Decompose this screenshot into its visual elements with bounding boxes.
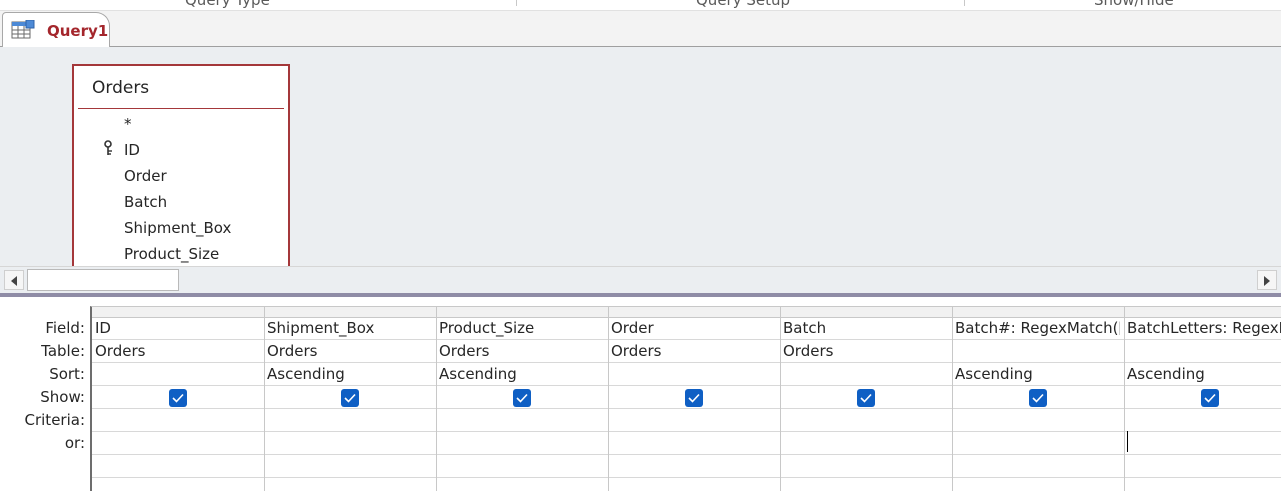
field-list-item-batch[interactable]: Batch	[124, 193, 167, 211]
grid-cell-field[interactable]: Batch	[783, 319, 948, 337]
grid-cell-field[interactable]: Batch#: RegexMatch([Batch	[955, 319, 1120, 337]
row-label-field: Field:	[45, 319, 85, 337]
checkmark-icon	[344, 393, 356, 403]
checkmark-icon	[860, 393, 872, 403]
checkmark-icon	[172, 393, 184, 403]
arrow-left-icon	[11, 276, 17, 286]
grid-cell-sort[interactable]: Ascending	[1127, 365, 1281, 383]
field-list-item-id[interactable]: ID	[124, 141, 140, 159]
show-checkbox[interactable]	[685, 389, 703, 407]
arrow-right-icon	[1264, 276, 1270, 286]
show-checkbox[interactable]	[1201, 389, 1219, 407]
column-selector-bar[interactable]	[92, 307, 1281, 318]
grid-cell-field[interactable]: ID	[95, 319, 260, 337]
field-list-title[interactable]: Orders	[92, 78, 149, 98]
field-list-item-all[interactable]: *	[124, 115, 132, 133]
checkmark-icon	[1204, 393, 1216, 403]
checkmark-icon	[688, 393, 700, 403]
grid-cell-table[interactable]: Orders	[783, 342, 948, 360]
tab-label: Query1	[47, 22, 109, 40]
field-list-orders[interactable]: Orders * ID Order Batch Shipment_Box Pro…	[72, 64, 290, 266]
show-checkbox[interactable]	[341, 389, 359, 407]
row-label-or: or:	[64, 434, 85, 452]
ribbon-group-show-hide: Show/Hide	[1094, 0, 1174, 9]
ribbon-group-labels: Query Type Query Setup Show/Hide	[0, 0, 1281, 11]
grid-cell-table[interactable]: Orders	[439, 342, 604, 360]
design-pane-horizontal-scrollbar[interactable]	[0, 266, 1281, 293]
scroll-thumb[interactable]	[27, 269, 179, 291]
grid-cell-table[interactable]: Orders	[611, 342, 776, 360]
query-design-grid-pane: Field: Table: Sort: Show: Criteria: or: …	[0, 297, 1281, 491]
show-checkbox[interactable]	[169, 389, 187, 407]
row-label-show: Show:	[40, 388, 85, 406]
grid-cell-field[interactable]: BatchLetters: RegexMatch	[1127, 319, 1281, 337]
grid-cell-table[interactable]: Orders	[95, 342, 260, 360]
document-tab-strip: Query1	[0, 11, 1281, 47]
grid-cell-field[interactable]: Order	[611, 319, 776, 337]
show-checkbox[interactable]	[513, 389, 531, 407]
query-datasheet-icon	[11, 20, 35, 39]
scroll-left-button[interactable]	[4, 270, 24, 290]
ribbon-group-query-type: Query Type	[185, 0, 270, 9]
ribbon-separator	[964, 0, 965, 6]
grid-cell-sort[interactable]: Ascending	[439, 365, 604, 383]
row-label-criteria: Criteria:	[24, 411, 86, 429]
field-list-item-product-size[interactable]: Product_Size	[124, 245, 219, 263]
query-design-pane[interactable]: Orders * ID Order Batch Shipment_Box Pro…	[0, 47, 1281, 266]
grid-cell-sort[interactable]: Ascending	[955, 365, 1120, 383]
checkmark-icon	[1032, 393, 1044, 403]
show-checkbox[interactable]	[857, 389, 875, 407]
tab-query1[interactable]: Query1	[2, 12, 110, 47]
field-list-item-shipment-box[interactable]: Shipment_Box	[124, 219, 231, 237]
field-list-item-order[interactable]: Order	[124, 167, 167, 185]
primary-key-icon	[104, 140, 112, 155]
grid-cell-field[interactable]: Shipment_Box	[267, 319, 432, 337]
show-checkbox[interactable]	[1029, 389, 1047, 407]
row-label-sort: Sort:	[49, 365, 85, 383]
grid-cell-field[interactable]: Product_Size	[439, 319, 604, 337]
text-cursor	[1127, 431, 1128, 452]
ribbon-group-query-setup: Query Setup	[696, 0, 791, 9]
ribbon-separator	[516, 0, 517, 6]
grid-cell-sort[interactable]: Ascending	[267, 365, 432, 383]
field-list-divider	[78, 108, 284, 109]
row-label-table: Table:	[41, 342, 85, 360]
scroll-right-button[interactable]	[1257, 270, 1277, 290]
checkmark-icon	[516, 393, 528, 403]
grid-cell-table[interactable]: Orders	[267, 342, 432, 360]
